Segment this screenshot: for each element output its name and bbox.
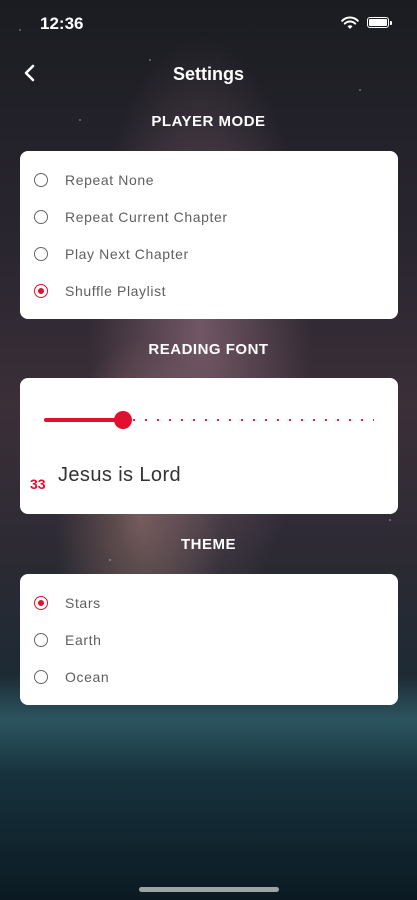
- slider-fill: [44, 418, 123, 422]
- player-mode-card: Repeat None Repeat Current Chapter Play …: [20, 151, 398, 319]
- font-preview-text: Jesus is Lord: [58, 464, 182, 486]
- option-label: Repeat None: [65, 172, 155, 188]
- theme-option-ocean[interactable]: Ocean: [34, 662, 109, 692]
- radio-selected-icon[interactable]: [34, 596, 48, 610]
- radio-icon[interactable]: [34, 670, 48, 684]
- nav-bar: Settings: [0, 56, 417, 92]
- theme-heading: THEME: [181, 536, 236, 553]
- font-size-slider[interactable]: [44, 408, 374, 432]
- player-mode-option-repeat-none[interactable]: Repeat None: [34, 165, 154, 195]
- page-title: Settings: [172, 64, 244, 84]
- theme-option-earth[interactable]: Earth: [34, 625, 101, 655]
- home-indicator: [138, 887, 279, 892]
- player-mode-heading: PLAYER MODE: [151, 113, 266, 130]
- reading-font-card: 33 Jesus is Lord: [20, 378, 398, 514]
- theme-card: Stars Earth Ocean: [20, 574, 398, 705]
- radio-icon[interactable]: [34, 633, 48, 647]
- option-label: Play Next Chapter: [65, 246, 189, 262]
- option-label: Stars: [65, 595, 101, 611]
- wifi-icon: [341, 16, 359, 29]
- font-size-value: 33: [30, 476, 46, 492]
- radio-icon[interactable]: [34, 173, 48, 187]
- theme-option-stars[interactable]: Stars: [34, 588, 101, 618]
- player-mode-option-play-next[interactable]: Play Next Chapter: [34, 239, 189, 269]
- option-label: Ocean: [65, 669, 110, 685]
- radio-icon[interactable]: [34, 210, 48, 224]
- player-mode-option-shuffle[interactable]: Shuffle Playlist: [34, 276, 166, 306]
- battery-icon: [367, 17, 392, 28]
- radio-selected-icon[interactable]: [34, 284, 48, 298]
- option-label: Earth: [65, 632, 102, 648]
- slider-thumb[interactable]: [114, 411, 132, 429]
- status-bar: 12:36: [0, 0, 417, 46]
- player-mode-option-repeat-current[interactable]: Repeat Current Chapter: [34, 202, 228, 232]
- option-label: Shuffle Playlist: [65, 283, 167, 299]
- status-time: 12:36: [40, 14, 84, 33]
- option-label: Repeat Current Chapter: [65, 209, 228, 225]
- radio-icon[interactable]: [34, 247, 48, 261]
- reading-font-heading: READING FONT: [148, 341, 269, 358]
